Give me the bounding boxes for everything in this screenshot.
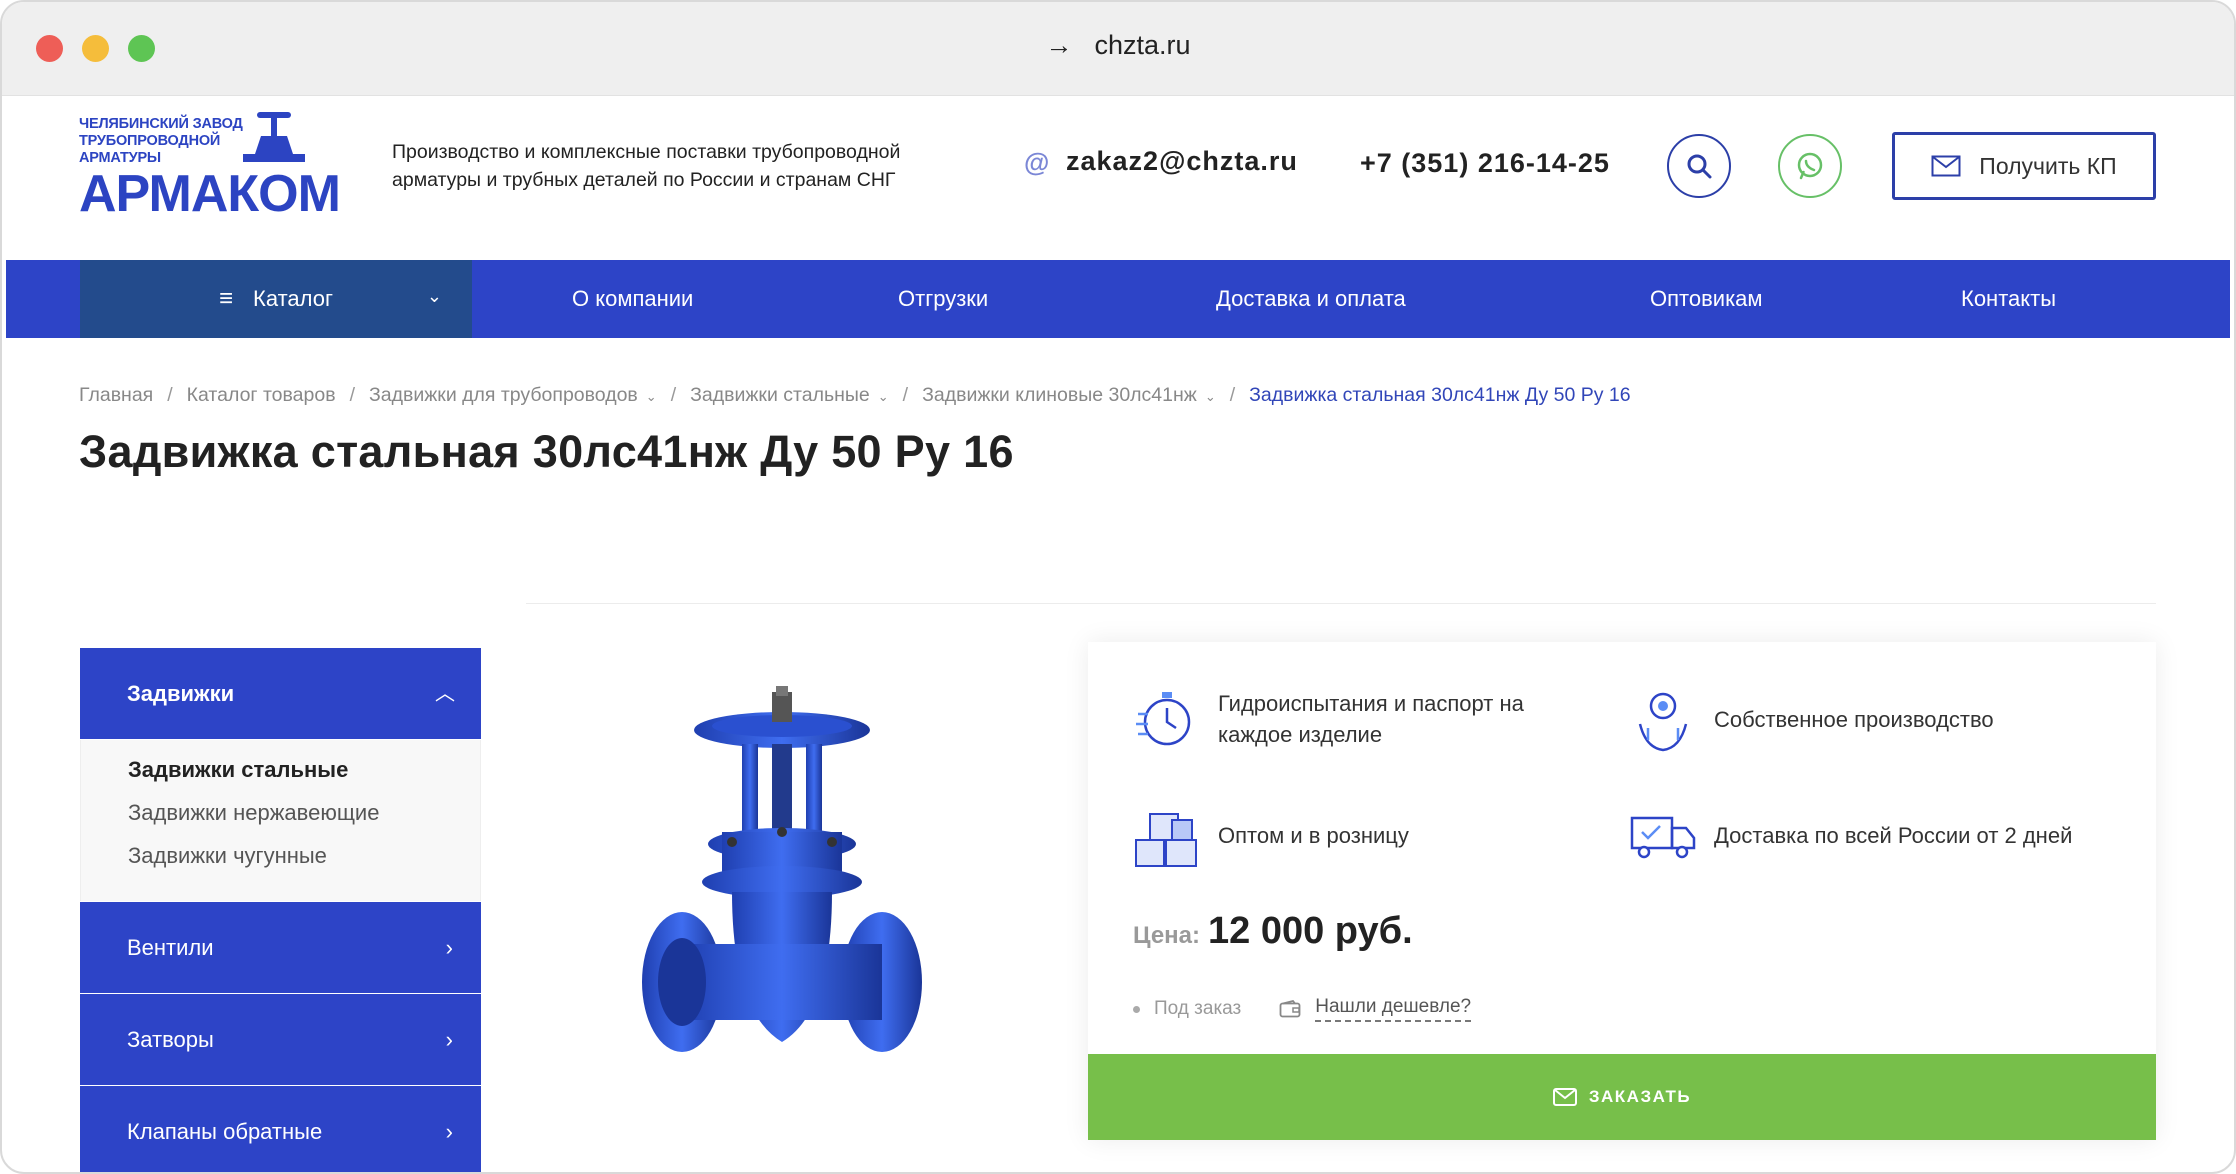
production-icon (1638, 692, 1688, 752)
chevron-down-icon[interactable]: ⌄ (1205, 389, 1216, 404)
price-label: Цена: (1133, 922, 1201, 949)
nav-item-delivery[interactable]: Доставка и оплата (1216, 260, 1406, 338)
nav-catalog-button[interactable]: ≡ Каталог ⌄ (80, 260, 472, 338)
feature-hydrotest: Гидроиспытания и паспорт на каждое издел… (1132, 684, 1578, 754)
sidebar-item-label: Клапаны обратные (127, 1119, 323, 1144)
envelope-icon (1552, 1088, 1577, 1106)
breadcrumb-item[interactable]: Главная (79, 384, 153, 406)
chevron-up-icon: ︿ (435, 683, 455, 705)
search-icon (1687, 154, 1712, 179)
price-row: Цена: 12 000 руб. (1133, 910, 1413, 953)
sidebar-subitem-stainless[interactable]: Задвижки нержавеющие (128, 791, 480, 834)
nav-item-shipments[interactable]: Отгрузки (898, 260, 988, 338)
breadcrumb-item[interactable]: Задвижки стальные (690, 384, 870, 406)
whatsapp-button[interactable] (1778, 134, 1842, 198)
sidebar-subitem-steel[interactable]: Задвижки стальные (128, 748, 480, 791)
header-tagline: Производство и комплексные поставки труб… (392, 141, 901, 191)
wallet-icon (1279, 1000, 1301, 1018)
search-button[interactable] (1667, 134, 1731, 198)
sidebar-item-gate-valves[interactable]: Задвижки ︿ (80, 648, 481, 740)
valve-logo-icon (243, 112, 305, 162)
nav-item-wholesale[interactable]: Оптовикам (1650, 260, 1763, 338)
price-value: 12 000 руб. (1208, 910, 1413, 952)
chevron-down-icon[interactable]: ⌄ (646, 389, 657, 404)
feature-wholesale-retail: Оптом и в розницу (1132, 800, 1409, 870)
product-info-card: Гидроиспытания и паспорт на каждое издел… (1088, 642, 2156, 1140)
nav-item-contacts[interactable]: Контакты (1961, 260, 2056, 338)
browser-titlebar: → chzta.ru (2, 2, 2234, 96)
nav-catalog-label: Каталог (253, 286, 333, 311)
header-email[interactable]: zakaz2@chzta.ru (1024, 146, 1298, 177)
sidebar-item-shutters[interactable]: Затворы › (80, 993, 481, 1085)
divider (526, 603, 2156, 604)
found-cheaper-link[interactable]: Нашли дешевле? (1279, 996, 1472, 1022)
chevron-right-icon: › (445, 1119, 453, 1144)
url-text: chzta.ru (1094, 30, 1191, 60)
sidebar-subitem-cast-iron[interactable]: Задвижки чугунные (128, 834, 480, 877)
order-button-label: ЗАКАЗАТЬ (1588, 1087, 1692, 1106)
boxes-icon (1135, 813, 1197, 867)
chevron-down-icon[interactable]: ⌄ (878, 389, 889, 404)
feature-text: Собственное производство (1714, 706, 1994, 732)
breadcrumb-item[interactable]: Задвижки клиновые 30лс41нж (922, 384, 1197, 406)
whatsapp-icon (1797, 152, 1823, 180)
order-button[interactable]: ЗАКАЗАТЬ (1088, 1054, 2156, 1140)
sidebar-submenu: Задвижки стальные Задвижки нержавеющие З… (80, 740, 481, 901)
breadcrumb-item[interactable]: Задвижки для трубопроводов (369, 384, 638, 406)
sidebar-item-label: Задвижки (127, 681, 235, 706)
status-row: Под заказ Нашли дешевле? (1133, 996, 1472, 1022)
feature-text: Оптом и в розницу (1218, 822, 1409, 848)
sidebar-item-check-valves[interactable]: Клапаны обратные › (80, 1085, 481, 1172)
site-logo[interactable]: ЧЕЛЯБИНСКИЙ ЗАВОД ТРУБОПРОВОДНОЙ АРМАТУР… (79, 108, 349, 223)
address-bar[interactable]: → chzta.ru (2, 30, 2234, 61)
page-title: Задвижка стальная 30лс41нж Ду 50 Ру 16 (79, 426, 1014, 477)
menu-icon: ≡ (219, 285, 234, 312)
get-offer-button[interactable]: Получить КП (1892, 132, 2156, 200)
breadcrumb: Главная / Каталог товаров / Задвижки для тру… (79, 384, 1631, 406)
logo-subtitle: ЧЕЛЯБИНСКИЙ ЗАВОД ТРУБОПРОВОДНОЙ АРМАТУР… (79, 116, 243, 166)
envelope-icon (1931, 155, 1961, 177)
get-offer-label: Получить КП (1979, 152, 2117, 179)
status-dot-icon (1133, 1005, 1140, 1013)
chevron-down-icon: ⌄ (426, 286, 442, 306)
feature-own-production: Собственное производство (1628, 684, 1994, 754)
browser-window: → chzta.ru ЧЕЛЯБИНСКИЙ ЗАВОД ТРУБОПРОВОДН… (0, 0, 2236, 1174)
sidebar-item-label: Вентили (127, 935, 214, 960)
nav-item-about[interactable]: О компании (572, 260, 693, 338)
sidebar-menu: Задвижки ︿ Задвижки стальные Задвижки не… (80, 648, 481, 1172)
chevron-right-icon: › (445, 935, 453, 960)
sidebar-item-label: Затворы (127, 1027, 214, 1052)
test-icon (1136, 692, 1191, 746)
email-text: zakaz2@chzta.ru (1066, 146, 1298, 176)
truck-icon (1630, 816, 1696, 859)
sidebar-item-valves[interactable]: Вентили › (80, 901, 481, 993)
feature-text: Гидроиспытания и паспорт на каждое издел… (1218, 691, 1524, 747)
availability-status: Под заказ (1154, 998, 1242, 1019)
feature-delivery: Доставка по всей России от 2 дней (1628, 800, 2072, 870)
chevron-right-icon: › (445, 1027, 453, 1052)
breadcrumb-item[interactable]: Каталог товаров (187, 384, 336, 406)
product-image[interactable] (622, 682, 942, 1102)
arrow-right-icon: → (1045, 30, 1073, 60)
found-cheaper-text: Нашли дешевле? (1315, 996, 1472, 1022)
main-nav: ≡ Каталог ⌄ О компании Отгрузки Доставка… (6, 260, 2230, 338)
header-phone[interactable]: +7 (351) 216-14-25 (1360, 148, 1610, 179)
feature-text: Доставка по всей России от 2 дней (1714, 822, 2073, 848)
breadcrumb-current: Задвижка стальная 30лс41нж Ду 50 Ру 16 (1249, 384, 1631, 406)
